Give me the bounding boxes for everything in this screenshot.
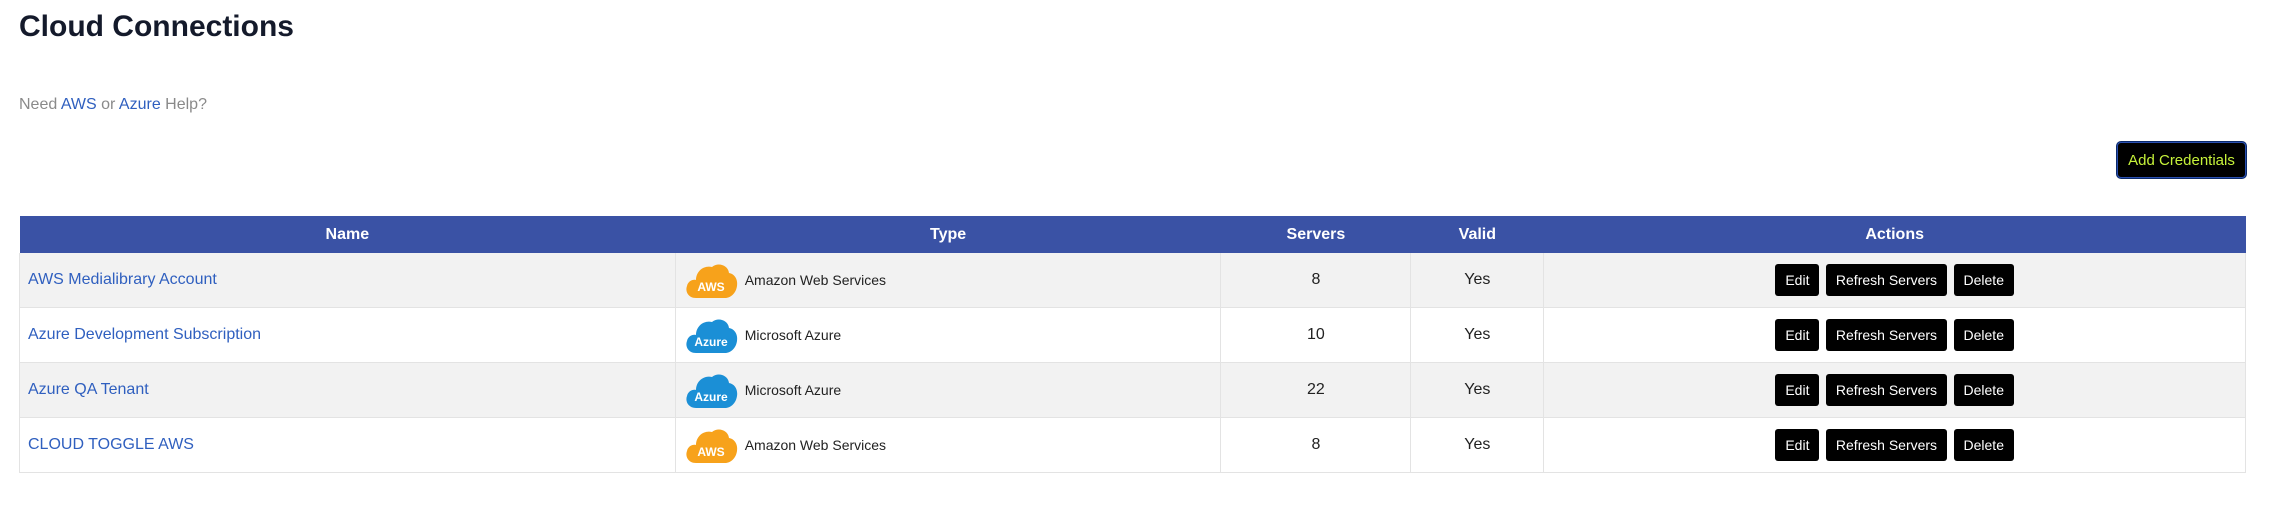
valid-cell: Yes [1410, 417, 1545, 473]
type-cell: Azure Microsoft Azure [675, 362, 1222, 418]
delete-button[interactable]: Delete [1953, 374, 2014, 406]
help-prefix: Need [19, 96, 58, 113]
actions-cell: Edit Refresh Servers Delete [1543, 307, 2246, 363]
delete-button[interactable]: Delete [1953, 319, 2014, 351]
help-suffix: Help? [165, 96, 207, 113]
azure-help-link[interactable]: Azure [119, 96, 161, 113]
header-actions: Actions [1543, 216, 2246, 253]
valid-cell: Yes [1410, 307, 1545, 363]
cloud-connections-page: Cloud Connections Need AWS or Azure Help… [0, 0, 2275, 516]
delete-button[interactable]: Delete [1953, 264, 2014, 296]
azure-cloud-icon: Azure [686, 319, 737, 353]
type-label: Amazon Web Services [744, 437, 887, 453]
add-credentials-button[interactable]: Add Credentials [2117, 142, 2246, 178]
cloud-badge-text: Azure [694, 335, 728, 349]
edit-button[interactable]: Edit [1775, 319, 1820, 351]
type-cell: Azure Microsoft Azure [675, 307, 1222, 363]
name-cell: Azure Development Subscription [19, 307, 676, 363]
connection-name-link[interactable]: AWS Medialibrary Account [20, 271, 217, 288]
edit-button[interactable]: Edit [1775, 374, 1820, 406]
table-row: Azure QA Tenant Azure Microsoft Azure 22… [19, 362, 2246, 418]
type-cell: AWS Amazon Web Services [675, 417, 1222, 473]
valid-cell: Yes [1410, 362, 1545, 418]
servers-cell: 10 [1220, 307, 1412, 363]
actions-cell: Edit Refresh Servers Delete [1543, 417, 2246, 473]
valid-cell: Yes [1410, 253, 1545, 308]
name-cell: CLOUD TOGGLE AWS [19, 417, 676, 473]
connection-name-link[interactable]: CLOUD TOGGLE AWS [20, 436, 194, 453]
table-row: Azure Development Subscription Azure Mic… [19, 307, 2246, 363]
name-cell: AWS Medialibrary Account [19, 253, 676, 308]
type-label: Amazon Web Services [744, 272, 887, 288]
name-cell: Azure QA Tenant [19, 362, 676, 418]
type-cell: AWS Amazon Web Services [675, 253, 1222, 308]
connection-name-link[interactable]: Azure Development Subscription [20, 326, 261, 343]
refresh-servers-button[interactable]: Refresh Servers [1825, 429, 1948, 461]
actions-cell: Edit Refresh Servers Delete [1543, 362, 2246, 418]
actions-cell: Edit Refresh Servers Delete [1543, 253, 2246, 308]
type-label: Microsoft Azure [744, 327, 842, 343]
aws-help-link[interactable]: AWS [61, 96, 97, 113]
type-label: Microsoft Azure [744, 382, 842, 398]
cloud-badge-text: Azure [694, 390, 728, 404]
help-or: or [101, 96, 116, 113]
table-header-row: Name Type Servers Valid Actions [19, 216, 2246, 253]
refresh-servers-button[interactable]: Refresh Servers [1825, 264, 1948, 296]
aws-cloud-icon: AWS [686, 429, 737, 463]
servers-cell: 8 [1220, 253, 1412, 308]
table-row: AWS Medialibrary Account AWS Amazon Web … [19, 253, 2246, 308]
refresh-servers-button[interactable]: Refresh Servers [1825, 374, 1948, 406]
header-name[interactable]: Name [19, 216, 676, 253]
header-valid[interactable]: Valid [1410, 216, 1544, 253]
header-type[interactable]: Type [675, 216, 1221, 253]
header-servers[interactable]: Servers [1220, 216, 1411, 253]
refresh-servers-button[interactable]: Refresh Servers [1825, 319, 1948, 351]
aws-cloud-icon: AWS [686, 264, 737, 298]
connection-name-link[interactable]: Azure QA Tenant [20, 381, 149, 398]
cloud-badge-text: AWS [697, 280, 724, 294]
page-title: Cloud Connections [19, 10, 294, 43]
servers-cell: 22 [1220, 362, 1412, 418]
table-row: CLOUD TOGGLE AWS AWS Amazon Web Services… [19, 417, 2246, 473]
connections-table: Name Type Servers Valid Actions AWS Medi… [19, 216, 2246, 473]
servers-cell: 8 [1220, 417, 1412, 473]
azure-cloud-icon: Azure [686, 374, 737, 408]
delete-button[interactable]: Delete [1953, 429, 2014, 461]
cloud-badge-text: AWS [697, 445, 724, 459]
help-text: Need AWS or Azure Help? [19, 96, 207, 114]
edit-button[interactable]: Edit [1775, 429, 1820, 461]
edit-button[interactable]: Edit [1775, 264, 1820, 296]
